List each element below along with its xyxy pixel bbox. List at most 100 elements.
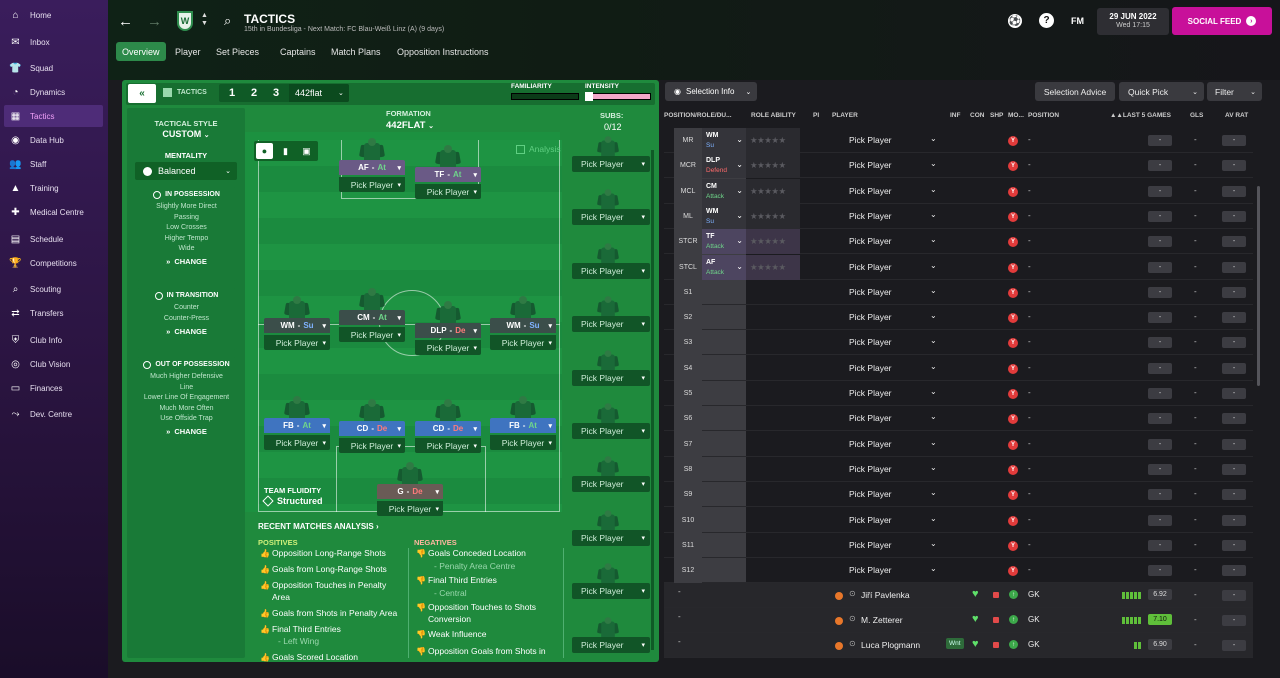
pick-player-select[interactable]: Pick Player [849,464,892,474]
position-card-cm[interactable]: CM-At Pick Player [339,310,405,344]
sidebar-item-training[interactable]: ▲ Training [4,177,103,199]
tactic-slot-3[interactable]: 3 [268,85,284,101]
sidebar-item-staff[interactable]: 👥 Staff [4,153,103,175]
pick-player-select[interactable]: Pick Player [339,177,405,192]
tactic-slot-1[interactable]: 1 [224,85,240,101]
col-position-role[interactable]: POSITION/ROLE/DU... [664,112,732,119]
role-selector[interactable]: FB - At [264,418,330,433]
col-shp[interactable]: SHP [990,112,1003,119]
chevron-down-icon[interactable]: ⌄ [930,539,937,548]
pick-player-select[interactable]: Pick Player [339,327,405,342]
chevron-down-icon[interactable]: ⌄ [930,362,937,371]
help-icon[interactable]: ? [1039,13,1054,28]
tab-overview[interactable]: Overview [116,42,166,61]
role-duty-select[interactable]: DLP Defend ⌄ [702,153,746,179]
pick-player-select[interactable]: Pick Player [415,340,481,355]
role-selector[interactable]: DLP - De [415,323,481,338]
club-switch-icon[interactable]: ▲ ▼ [201,12,208,28]
chevron-down-icon[interactable]: ⌄ [930,514,937,523]
sub-pick-player[interactable]: Pick Player [572,156,650,172]
position-card-af[interactable]: AF-At Pick Player [339,160,405,194]
col-player[interactable]: PLAYER [832,112,858,119]
recent-matches-analysis-link[interactable]: RECENT MATCHES ANALYSIS › [258,522,379,531]
chevron-down-icon[interactable]: ⌄ [930,185,937,194]
sidebar-item-inbox[interactable]: ✉ Inbox [4,31,103,53]
position-card-dlp[interactable]: DLP-De Pick Player [415,323,481,357]
pick-player-select[interactable]: Pick Player [377,501,443,516]
pick-player-select[interactable]: Pick Player [849,388,892,398]
in-possession-change-button[interactable]: » CHANGE [136,255,237,269]
fm-logo[interactable]: FM [1071,16,1084,26]
mentality-select[interactable]: Balanced ⌄ [135,162,237,180]
pick-player-select[interactable]: Pick Player [849,236,892,246]
subs-scrollbar[interactable] [651,150,654,650]
role-selector[interactable]: G - De [377,484,443,499]
sidebar-item-data-hub[interactable]: ◉ Data Hub [4,129,103,151]
selection-advice-button[interactable]: Selection Advice [1035,82,1115,101]
position-card-wm[interactable]: WM-Su Pick Player [264,318,330,352]
sub-pick-player[interactable]: Pick Player [572,262,650,279]
sidebar-item-home[interactable]: ⌂ Home [4,4,103,26]
role-duty-select[interactable]: AF Attack ⌄ [702,254,746,280]
pick-player-select[interactable]: Pick Player [849,540,892,550]
role-selector[interactable]: CM - At [339,310,405,325]
sidebar-item-squad[interactable]: 👕 Squad [4,57,103,79]
sub-pick-player[interactable]: Pick Player [572,423,650,439]
pick-player-select[interactable]: Pick Player [849,160,892,170]
in-transition-change-button[interactable]: » CHANGE [136,324,237,338]
pick-player-select[interactable]: Pick Player [849,186,892,196]
pick-player-select[interactable]: Pick Player [415,438,481,453]
role-selector[interactable]: AF - At [339,160,405,175]
position-card-wm[interactable]: WM-Su Pick Player [490,318,556,352]
collapse-button[interactable]: « [128,84,156,103]
chevron-down-icon[interactable]: ⌄ [930,564,937,573]
social-feed-button[interactable]: SOCIAL FEED › [1172,7,1272,35]
table-scrollbar[interactable] [1257,186,1260,386]
player-name[interactable]: Luca Plogmann [861,640,920,650]
chevron-down-icon[interactable]: ⌄ [930,134,937,143]
col-mo[interactable]: MO... [1008,112,1024,119]
pick-player-select[interactable]: Pick Player [849,413,892,423]
sidebar-item-dev-centre[interactable]: ⤳ Dev. Centre [4,403,103,425]
intensity-handle[interactable] [585,92,593,101]
sidebar-item-scouting[interactable]: ⌕ Scouting [4,278,103,300]
sidebar-item-transfers[interactable]: ⇄ Transfers [4,302,103,324]
pick-player-select[interactable]: Pick Player [339,438,405,453]
role-selector[interactable]: WM - Su [490,318,556,333]
role-selector[interactable]: WM - Su [264,318,330,333]
sub-pick-player[interactable]: Pick Player [572,209,650,226]
position-card-fb[interactable]: FB-At Pick Player [264,418,330,452]
chevron-down-icon[interactable]: ⌄ [930,438,937,447]
pick-player-select[interactable]: Pick Player [849,363,892,373]
familiarity-bar[interactable] [511,93,579,100]
chevron-down-icon[interactable]: ⌄ [930,387,937,396]
sidebar-item-competitions[interactable]: 🏆 Competitions [4,252,103,274]
player-name[interactable]: M. Zetterer [861,615,903,625]
pick-player-select[interactable]: Pick Player [849,515,892,525]
sidebar-item-schedule[interactable]: ▤ Schedule [4,228,103,250]
col-av-rat[interactable]: AV RAT [1225,112,1248,119]
chevron-down-icon[interactable]: ⌄ [930,311,937,320]
chevron-down-icon[interactable]: ⌄ [930,488,937,497]
sidebar-item-club-vision[interactable]: ◎ Club Vision [4,353,103,375]
role-selector[interactable]: CD - De [339,421,405,436]
pick-player-select[interactable]: Pick Player [849,337,892,347]
tactic-slot-2[interactable]: 2 [246,85,262,101]
tactical-style-value[interactable]: CUSTOM ⌄ [127,129,245,139]
formation-select[interactable]: 442FLAT ⌄ [386,120,434,131]
position-card-cd[interactable]: CD-De Pick Player [339,421,405,455]
tab-set-pieces[interactable]: Set Pieces [210,42,265,61]
date-box[interactable]: 29 JUN 2022 Wed 17:15 [1097,8,1169,35]
pick-player-select[interactable]: Pick Player [849,439,892,449]
pick-player-select[interactable]: Pick Player [490,335,556,350]
pick-player-select[interactable]: Pick Player [415,184,481,199]
sidebar-item-medical-centre[interactable]: ✚ Medical Centre [4,201,103,223]
role-duty-select[interactable]: WM Su ⌄ [702,203,746,229]
out-of-possession-change-button[interactable]: » CHANGE [136,425,237,439]
pick-player-select[interactable]: Pick Player [849,211,892,221]
forward-button[interactable]: → [147,13,162,30]
chevron-down-icon[interactable]: ⌄ [930,412,937,421]
back-button[interactable]: ← [118,13,133,30]
sub-pick-player[interactable]: Pick Player [572,316,650,333]
card-view-icon[interactable]: ▣ [298,143,315,159]
